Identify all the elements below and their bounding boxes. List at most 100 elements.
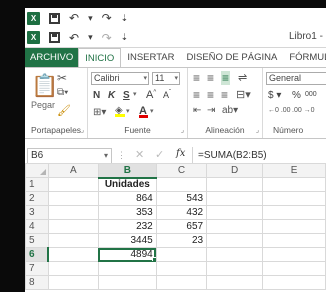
- font-color-icon[interactable]: A: [139, 105, 148, 118]
- font-color-dropdown-icon[interactable]: ▾: [150, 107, 154, 115]
- align-center-icon[interactable]: ≡: [207, 88, 214, 102]
- paste-icon[interactable]: 📋: [31, 73, 58, 99]
- cell-a3[interactable]: [47, 205, 99, 220]
- increase-decimal-button[interactable]: ←0 .00: [268, 107, 291, 114]
- underline-dropdown-icon[interactable]: ▾: [133, 90, 137, 98]
- cell-e2[interactable]: [262, 191, 326, 206]
- cell-d7[interactable]: [206, 261, 264, 276]
- italic-button[interactable]: K: [108, 90, 115, 101]
- row-header[interactable]: 7: [25, 261, 49, 276]
- column-header-a[interactable]: A: [47, 163, 99, 178]
- select-all-corner[interactable]: [25, 163, 49, 178]
- cell-d2[interactable]: [206, 191, 264, 206]
- cell-e8[interactable]: [262, 275, 326, 290]
- enter-icon[interactable]: ✓: [155, 148, 164, 161]
- tab-insertar[interactable]: INSERTAR: [121, 48, 180, 67]
- cell-d5[interactable]: [206, 233, 264, 248]
- column-header-b[interactable]: B: [97, 163, 157, 179]
- undo-dropdown-icon[interactable]: ▾: [88, 33, 93, 42]
- tab-diseno-pagina[interactable]: DISEÑO DE PÁGINA: [181, 48, 284, 67]
- shrink-font-button[interactable]: Aˇ: [163, 90, 171, 100]
- alignment-launcher-icon[interactable]: ⌟: [256, 126, 259, 134]
- cell-b3[interactable]: 353: [97, 205, 157, 220]
- redo-icon[interactable]: ↷: [102, 32, 112, 44]
- redo-icon[interactable]: ↷: [102, 12, 112, 24]
- cell-b1[interactable]: Unidades: [97, 177, 157, 192]
- cell-e1[interactable]: [262, 177, 326, 192]
- cell-b5[interactable]: 3445: [97, 233, 157, 248]
- decrease-decimal-button[interactable]: .00 →0: [292, 107, 315, 114]
- customize-qat-icon[interactable]: ⇣: [121, 13, 129, 23]
- format-painter-icon[interactable]: 🖌: [57, 104, 71, 117]
- cell-d3[interactable]: [206, 205, 264, 220]
- wrap-text-icon[interactable]: ⇌: [238, 71, 247, 84]
- save-icon[interactable]: [49, 32, 60, 43]
- row-header[interactable]: 5: [25, 233, 49, 248]
- merge-center-icon[interactable]: ⊟▾: [236, 88, 251, 101]
- undo-dropdown-icon[interactable]: ▾: [88, 13, 93, 23]
- tab-formulas[interactable]: FÓRMULAS: [283, 48, 326, 67]
- cell-e7[interactable]: [262, 261, 326, 276]
- cell-d8[interactable]: [206, 275, 264, 290]
- cell-a1[interactable]: [47, 177, 99, 192]
- cell-e4[interactable]: [262, 219, 326, 234]
- cell-b8[interactable]: [97, 275, 157, 290]
- currency-button[interactable]: $ ▾: [268, 90, 281, 101]
- cell-c2[interactable]: 543: [155, 191, 208, 206]
- active-cell-b6[interactable]: 4894: [97, 247, 157, 262]
- cell-a4[interactable]: [47, 219, 99, 234]
- fill-dropdown-icon[interactable]: ▾: [126, 107, 130, 115]
- cell-e6[interactable]: [262, 247, 326, 262]
- cell-d1[interactable]: [206, 177, 264, 192]
- column-header-e[interactable]: E: [262, 163, 326, 178]
- cell-c8[interactable]: [155, 275, 208, 290]
- underline-button[interactable]: S: [123, 90, 130, 101]
- cell-a7[interactable]: [47, 261, 99, 276]
- number-format-combo[interactable]: General▾: [266, 72, 326, 85]
- cell-a8[interactable]: [47, 275, 99, 290]
- undo-icon[interactable]: ↶: [69, 32, 79, 44]
- font-size-combo[interactable]: 11 ▾: [152, 72, 180, 85]
- cell-d4[interactable]: [206, 219, 264, 234]
- cell-c1[interactable]: [155, 177, 208, 192]
- cancel-icon[interactable]: ✕: [135, 148, 144, 161]
- font-name-combo[interactable]: Calibri ▾: [91, 72, 149, 85]
- row-header[interactable]: 2: [25, 191, 49, 206]
- borders-icon[interactable]: ⊞▾: [93, 107, 106, 118]
- orientation-icon[interactable]: ab▾: [222, 105, 238, 116]
- name-box[interactable]: B6 ▾: [27, 148, 112, 164]
- fill-color-icon[interactable]: ◈: [115, 105, 125, 117]
- cell-b4[interactable]: 232: [97, 219, 157, 234]
- grow-font-button[interactable]: A^: [146, 89, 156, 101]
- thousands-button[interactable]: 000: [305, 91, 317, 98]
- tab-archivo[interactable]: ARCHIVO: [25, 48, 79, 67]
- font-launcher-icon[interactable]: ⌟: [181, 126, 184, 134]
- align-right-icon[interactable]: ≡: [221, 88, 228, 102]
- cell-c7[interactable]: [155, 261, 208, 276]
- align-top-icon[interactable]: ≡: [193, 71, 200, 85]
- cell-a2[interactable]: [47, 191, 99, 206]
- cell-e5[interactable]: [262, 233, 326, 248]
- clipboard-launcher-icon[interactable]: ⌟: [81, 126, 84, 134]
- decrease-indent-icon[interactable]: ⇤: [193, 105, 201, 116]
- align-middle-icon[interactable]: ≡: [207, 71, 214, 85]
- bold-button[interactable]: N: [93, 90, 100, 101]
- copy-icon[interactable]: ⧉▾: [57, 87, 68, 98]
- row-header[interactable]: 3: [25, 205, 49, 220]
- increase-indent-icon[interactable]: ⇥: [207, 105, 215, 116]
- cell-d6[interactable]: [206, 247, 264, 262]
- cut-icon[interactable]: ✂: [57, 71, 67, 85]
- column-header-c[interactable]: C: [155, 163, 208, 178]
- insert-function-icon[interactable]: fx: [176, 148, 185, 159]
- align-bottom-icon[interactable]: ≡: [221, 71, 231, 85]
- percent-button[interactable]: %: [292, 90, 301, 101]
- align-left-icon[interactable]: ≡: [193, 88, 200, 102]
- cell-c4[interactable]: 657: [155, 219, 208, 234]
- column-header-d[interactable]: D: [206, 163, 264, 178]
- tab-inicio[interactable]: INICIO: [78, 48, 122, 67]
- save-icon[interactable]: [49, 12, 60, 24]
- undo-icon[interactable]: ↶: [69, 12, 79, 24]
- row-header-selected[interactable]: 6: [25, 247, 50, 262]
- cell-c5[interactable]: 23: [155, 233, 208, 248]
- cell-b2[interactable]: 864: [97, 191, 157, 206]
